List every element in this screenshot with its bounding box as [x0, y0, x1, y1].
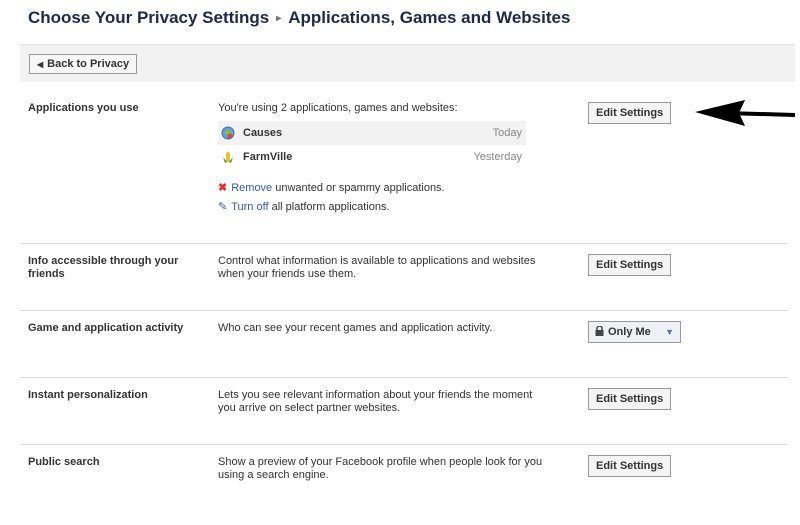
personalization-row: Instant personalization Lets you see rel…	[20, 378, 788, 445]
turn-off-link[interactable]: Turn off	[231, 201, 268, 213]
farmville-app-icon	[221, 150, 235, 164]
public-search-edit-settings-button[interactable]: Edit Settings	[588, 455, 672, 477]
breadcrumb-separator: ▸	[276, 13, 282, 24]
applications-label: Applications you use	[28, 102, 139, 114]
friends-info-label: Info accessible through your friends	[28, 255, 179, 280]
toolbar: ◀ Back to Privacy	[20, 44, 795, 82]
list-item[interactable]: FarmVille Yesterday	[218, 145, 526, 169]
list-item[interactable]: Causes Today	[218, 121, 526, 145]
remove-link[interactable]: Remove	[231, 182, 272, 194]
applications-summary: You're using 2 applications, games and w…	[218, 102, 458, 114]
activity-label: Game and application activity	[28, 322, 184, 334]
app-last-used: Today	[492, 127, 522, 139]
remove-apps-line: ✖ Remove unwanted or spammy applications.	[218, 181, 445, 194]
lock-icon	[595, 324, 604, 339]
remove-x-icon: ✖	[218, 182, 228, 194]
chevron-down-icon: ▼	[665, 327, 674, 337]
app-name[interactable]: Causes	[243, 127, 282, 139]
page-title: Choose Your Privacy Settings ▸ Application…	[28, 8, 570, 28]
activity-row: Game and application activity Who can se…	[20, 311, 788, 378]
turn-off-line: ✎ Turn off all platform applications.	[218, 200, 390, 213]
public-search-row: Public search Show a preview of your Fac…	[20, 445, 788, 511]
pencil-icon: ✎	[218, 201, 228, 213]
friends-info-row: Info accessible through your friends Con…	[20, 244, 788, 311]
page-title-section: Applications, Games and Websites	[288, 8, 571, 27]
applications-edit-settings-button[interactable]: Edit Settings	[588, 102, 672, 124]
back-button-label: Back to Privacy	[47, 58, 130, 70]
activity-audience-dropdown[interactable]: Only Me ▼	[588, 321, 681, 343]
remove-text: unwanted or spammy applications.	[275, 182, 445, 194]
back-arrow-icon: ◀	[37, 59, 44, 69]
page-title-main: Choose Your Privacy Settings	[28, 8, 270, 27]
app-name[interactable]: FarmVille	[243, 151, 292, 163]
applications-list: Causes Today FarmVille Yesterday	[218, 121, 526, 169]
personalization-label: Instant personalization	[28, 389, 148, 401]
activity-desc: Who can see your recent games and applic…	[218, 322, 493, 334]
friends-info-edit-settings-button[interactable]: Edit Settings	[588, 254, 672, 276]
back-to-privacy-button[interactable]: ◀ Back to Privacy	[29, 54, 138, 74]
applications-row: Applications you use You're using 2 appl…	[20, 92, 788, 244]
dropdown-selected-value: Only Me	[608, 326, 651, 338]
annotation-arrow-icon	[695, 100, 795, 126]
personalization-edit-settings-button[interactable]: Edit Settings	[588, 388, 672, 410]
friends-info-desc: Control what information is available to…	[218, 255, 536, 280]
turn-off-text: all platform applications.	[271, 201, 390, 213]
causes-app-icon	[221, 126, 235, 140]
personalization-desc: Lets you see relevant information about …	[218, 389, 533, 414]
public-search-desc: Show a preview of your Facebook profile …	[218, 456, 543, 481]
public-search-label: Public search	[28, 456, 100, 468]
app-last-used: Yesterday	[473, 151, 522, 163]
